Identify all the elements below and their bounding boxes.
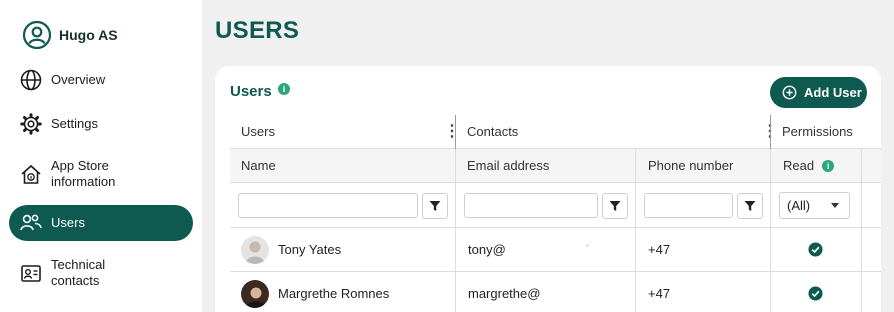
sidebar-item-label: App Store information	[51, 158, 116, 189]
page-title: USERS	[215, 17, 300, 44]
org-header[interactable]: Hugo AS	[22, 20, 118, 50]
filter-icon	[744, 201, 756, 211]
column-header-email[interactable]: Email address	[467, 149, 549, 182]
sidebar-item-app-store-information[interactable]: App Store information	[9, 157, 193, 191]
name-filter-button[interactable]	[422, 193, 448, 219]
add-user-button[interactable]: Add User	[770, 77, 867, 108]
filter-row: (All)	[230, 183, 881, 228]
avatar	[241, 235, 269, 264]
phone-value: +47	[648, 242, 671, 257]
email-mark: `	[585, 243, 590, 256]
phone-cell: +47	[648, 228, 670, 271]
read-cell	[808, 228, 823, 271]
home-info-icon	[19, 162, 43, 186]
user-name: Margrethe Romnes	[278, 286, 390, 301]
column-header-phone[interactable]: Phone number	[648, 149, 733, 182]
phone-value: +47	[648, 286, 671, 301]
contact-card-icon	[19, 261, 43, 285]
sidebar-item-settings[interactable]: Settings	[9, 110, 193, 138]
column-divider[interactable]	[455, 115, 456, 149]
read-filter-select[interactable]: (All)	[779, 192, 850, 219]
email-value: tony@	[468, 242, 506, 257]
org-name: Hugo AS	[59, 27, 118, 43]
card-title: Users	[230, 83, 272, 100]
name-filter-input[interactable]	[238, 193, 418, 218]
column-header-read[interactable]: Read i	[783, 149, 835, 182]
globe-icon	[19, 68, 43, 92]
sidebar-item-technical-contacts[interactable]: Technical contacts	[9, 256, 193, 290]
email-filter-button[interactable]	[602, 193, 628, 219]
filter-icon	[609, 201, 621, 211]
gear-icon	[19, 112, 43, 136]
user-name: Tony Yates	[278, 242, 342, 257]
column-divider	[635, 149, 636, 312]
sidebar: Hugo AS Overview Settings App Store info…	[0, 0, 202, 312]
read-cell	[808, 272, 823, 312]
add-user-label: Add User	[804, 85, 862, 100]
column-header-row: Name Email address Phone number Read i	[230, 149, 881, 183]
sidebar-item-users[interactable]: Users	[9, 205, 193, 241]
account-icon	[22, 20, 52, 50]
avatar	[241, 279, 269, 308]
column-group-row: Users ⋮ Contacts ⋮ Permissions	[230, 115, 881, 149]
column-header-name[interactable]: Name	[241, 149, 276, 182]
user-name-cell: Tony Yates	[241, 228, 341, 271]
email-filter-input[interactable]	[464, 193, 598, 218]
email-cell: tony@ `	[468, 228, 589, 271]
info-icon[interactable]: i	[278, 83, 290, 95]
email-cell: margrethe@	[468, 272, 540, 312]
read-filter-value: (All)	[787, 198, 811, 213]
info-icon[interactable]: i	[822, 159, 835, 172]
sidebar-item-label: Technical contacts	[51, 257, 106, 288]
column-divider[interactable]	[770, 115, 771, 149]
sidebar-item-overview[interactable]: Overview	[9, 66, 193, 94]
check-circle-icon	[808, 286, 823, 301]
users-table: Users ⋮ Contacts ⋮ Permissions Name Emai…	[230, 115, 881, 312]
phone-filter-input[interactable]	[644, 193, 733, 218]
column-divider	[861, 149, 862, 312]
table-row[interactable]: Tony Yates tony@ ` +47	[230, 228, 881, 272]
users-icon	[19, 211, 43, 235]
users-card: Users i Add User Users ⋮ Contacts ⋮ Perm…	[215, 66, 881, 312]
group-header-contacts: Contacts	[467, 124, 519, 139]
column-divider	[770, 149, 771, 312]
sidebar-item-label: Users	[51, 215, 85, 230]
email-value: margrethe@	[468, 286, 541, 301]
phone-filter-button[interactable]	[737, 193, 763, 219]
user-name-cell: Margrethe Romnes	[241, 272, 389, 312]
sidebar-item-label: Settings	[51, 116, 98, 131]
filter-icon	[429, 201, 441, 211]
column-divider	[455, 149, 456, 312]
plus-circle-icon	[782, 85, 797, 100]
table-row[interactable]: Margrethe Romnes margrethe@ +47	[230, 272, 881, 312]
column-menu-icon[interactable]: ⋮	[444, 124, 460, 140]
phone-cell: +47	[648, 272, 670, 312]
group-header-permissions: Permissions	[782, 124, 853, 139]
sidebar-item-label: Overview	[51, 72, 106, 87]
chevron-down-icon	[831, 203, 839, 208]
check-circle-icon	[808, 242, 823, 257]
group-header-users: Users	[241, 124, 275, 139]
